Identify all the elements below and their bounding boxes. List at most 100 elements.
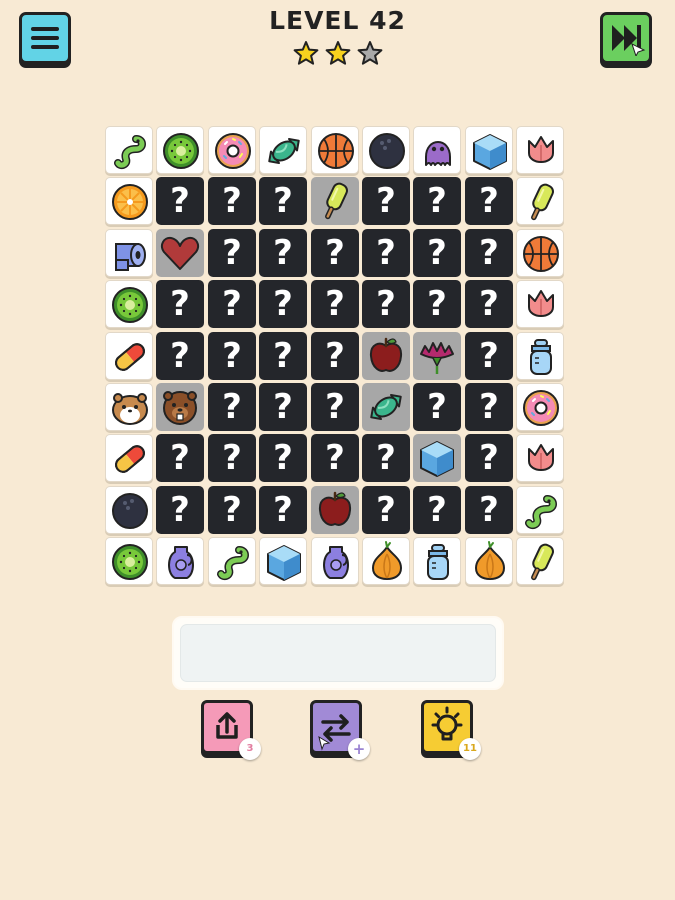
- hidden-tile[interactable]: ?: [362, 280, 410, 328]
- tile-bowling-ball[interactable]: [105, 486, 153, 534]
- tile-onion[interactable]: [465, 537, 513, 585]
- tile-popsicle[interactable]: [516, 537, 564, 585]
- hidden-tile[interactable]: ?: [259, 280, 307, 328]
- tile-donut[interactable]: [208, 126, 256, 174]
- tile-worm[interactable]: [105, 126, 153, 174]
- hidden-tile[interactable]: ?: [208, 229, 256, 277]
- hidden-tile[interactable]: ?: [465, 383, 513, 431]
- tile-pill[interactable]: [105, 434, 153, 482]
- question-mark-icon: ?: [222, 233, 242, 273]
- question-mark-icon: ?: [273, 336, 293, 376]
- tile-donut[interactable]: [516, 383, 564, 431]
- tile-pill[interactable]: [105, 332, 153, 380]
- shuffle-add-badge[interactable]: +: [348, 738, 370, 760]
- hidden-tile[interactable]: ?: [311, 229, 359, 277]
- tile-worm[interactable]: [516, 486, 564, 534]
- tile-onion[interactable]: [362, 537, 410, 585]
- tile-heart[interactable]: [156, 229, 204, 277]
- hidden-tile[interactable]: ?: [362, 486, 410, 534]
- tray-slots: [180, 624, 496, 682]
- tile-vase[interactable]: [311, 537, 359, 585]
- hidden-tile[interactable]: ?: [413, 280, 461, 328]
- hidden-tile[interactable]: ?: [208, 383, 256, 431]
- hidden-tile[interactable]: ?: [156, 177, 204, 225]
- hidden-tile[interactable]: ?: [465, 280, 513, 328]
- tile-apple[interactable]: [362, 332, 410, 380]
- tile-carnation[interactable]: [413, 332, 461, 380]
- tile-tulip[interactable]: [516, 434, 564, 482]
- question-mark-icon: ?: [273, 284, 293, 324]
- tile-ice-cube[interactable]: [465, 126, 513, 174]
- hidden-tile[interactable]: ?: [156, 486, 204, 534]
- tile-tulip[interactable]: [516, 280, 564, 328]
- tile-hamster[interactable]: [105, 383, 153, 431]
- hidden-tile[interactable]: ?: [465, 229, 513, 277]
- question-mark-icon: ?: [170, 284, 190, 324]
- tile-ice-cube[interactable]: [259, 537, 307, 585]
- tile-popsicle[interactable]: [516, 177, 564, 225]
- question-mark-icon: ?: [427, 233, 447, 273]
- hidden-tile[interactable]: ?: [465, 332, 513, 380]
- hidden-tile[interactable]: ?: [208, 177, 256, 225]
- hidden-tile[interactable]: ?: [259, 177, 307, 225]
- hidden-tile[interactable]: ?: [259, 229, 307, 277]
- tile-beaver[interactable]: [156, 383, 204, 431]
- hidden-tile[interactable]: ?: [413, 486, 461, 534]
- tile-toilet-paper[interactable]: [105, 229, 153, 277]
- tile-basketball[interactable]: [311, 126, 359, 174]
- basketball-icon: [523, 236, 559, 272]
- tile-bowling-ball[interactable]: [362, 126, 410, 174]
- hidden-tile[interactable]: ?: [259, 434, 307, 482]
- tile-candy[interactable]: [259, 126, 307, 174]
- question-mark-icon: ?: [170, 336, 190, 376]
- tile-apple[interactable]: [311, 486, 359, 534]
- tile-vase[interactable]: [156, 537, 204, 585]
- tile-worm[interactable]: [208, 537, 256, 585]
- hidden-tile[interactable]: ?: [208, 434, 256, 482]
- hidden-tile[interactable]: ?: [311, 434, 359, 482]
- tile-kiwi[interactable]: [105, 280, 153, 328]
- kiwi-icon: [112, 287, 148, 323]
- tile-octopus[interactable]: [413, 126, 461, 174]
- hidden-tile[interactable]: ?: [465, 434, 513, 482]
- tile-ice-cube[interactable]: [413, 434, 461, 482]
- hidden-tile[interactable]: ?: [156, 332, 204, 380]
- hidden-tile[interactable]: ?: [413, 177, 461, 225]
- star-rating: [293, 41, 383, 65]
- skip-level-button[interactable]: [600, 12, 652, 64]
- question-mark-icon: ?: [170, 181, 190, 221]
- tile-basketball[interactable]: [516, 229, 564, 277]
- hidden-tile[interactable]: ?: [413, 383, 461, 431]
- tulip-icon: [528, 444, 554, 471]
- hidden-tile[interactable]: ?: [362, 177, 410, 225]
- tile-candy[interactable]: [362, 383, 410, 431]
- tile-kiwi[interactable]: [156, 126, 204, 174]
- candy-icon: [370, 393, 402, 421]
- hidden-tile[interactable]: ?: [156, 280, 204, 328]
- hidden-tile[interactable]: ?: [208, 486, 256, 534]
- kiwi-icon: [112, 544, 148, 580]
- hidden-tile[interactable]: ?: [156, 434, 204, 482]
- hidden-tile[interactable]: ?: [208, 332, 256, 380]
- tile-orange-slice[interactable]: [105, 177, 153, 225]
- question-mark-icon: ?: [479, 438, 499, 478]
- hidden-tile[interactable]: ?: [465, 177, 513, 225]
- tile-kiwi[interactable]: [105, 537, 153, 585]
- hidden-tile[interactable]: ?: [311, 383, 359, 431]
- hidden-tile[interactable]: ?: [208, 280, 256, 328]
- hidden-tile[interactable]: ?: [413, 229, 461, 277]
- hidden-tile[interactable]: ?: [311, 280, 359, 328]
- hidden-tile[interactable]: ?: [259, 332, 307, 380]
- hidden-tile[interactable]: ?: [259, 486, 307, 534]
- tile-baby-bottle[interactable]: [516, 332, 564, 380]
- hidden-tile[interactable]: ?: [465, 486, 513, 534]
- orange-slice-icon: [112, 184, 148, 220]
- hidden-tile[interactable]: ?: [362, 434, 410, 482]
- tile-tulip[interactable]: [516, 126, 564, 174]
- tulip-icon: [528, 136, 554, 163]
- tile-baby-bottle[interactable]: [413, 537, 461, 585]
- tile-popsicle[interactable]: [311, 177, 359, 225]
- hidden-tile[interactable]: ?: [311, 332, 359, 380]
- hidden-tile[interactable]: ?: [259, 383, 307, 431]
- hidden-tile[interactable]: ?: [362, 229, 410, 277]
